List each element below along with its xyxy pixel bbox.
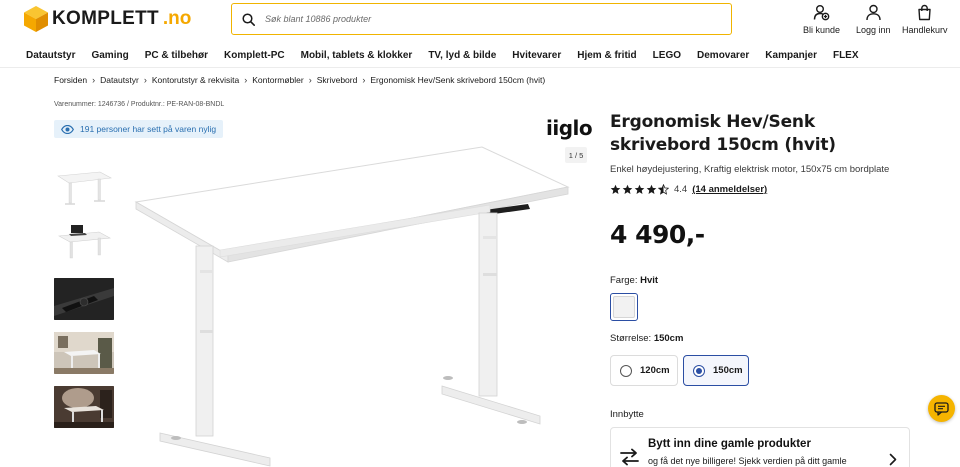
shopping-bag-icon	[918, 4, 931, 21]
nav-item-datautstyr[interactable]: Datautstyr	[26, 50, 75, 61]
image-counter: 1 / 5	[565, 147, 587, 163]
size-label-text: Størrelse:	[610, 333, 652, 344]
star-filled-icon	[646, 184, 657, 194]
search-icon	[242, 12, 255, 26]
breadcrumb: Forsiden › Datautstyr › Kontorutstyr & r…	[54, 75, 545, 85]
chat-icon	[934, 401, 949, 416]
size-option-120cm[interactable]: 120cm	[610, 355, 678, 386]
radio-unselected	[620, 364, 632, 377]
office-room-thumbnail-image	[54, 332, 114, 374]
brand-name: KOMPLETT	[52, 8, 159, 29]
motor-closeup-thumbnail-image	[54, 278, 114, 320]
thumbnail-1[interactable]	[54, 167, 114, 209]
cart-label: Handlekurv	[902, 25, 948, 35]
color-label-text: Farge:	[610, 275, 638, 286]
rating-row[interactable]: 4.4 (14 anmeldelser)	[610, 184, 767, 195]
search-input[interactable]	[265, 14, 685, 24]
desk-with-laptop-thumbnail-image	[58, 225, 111, 259]
login-label: Logg inn	[856, 25, 891, 35]
color-value: Hvit	[640, 275, 659, 286]
size-option-label: 120cm	[640, 365, 670, 376]
star-filled-icon	[634, 184, 645, 194]
chat-button[interactable]	[928, 395, 955, 422]
chevron-right-icon: ›	[362, 75, 366, 85]
viewers-text: 191 personer har sett på varen nylig	[80, 124, 217, 134]
breadcrumb-skrivebord[interactable]: Skrivebord	[317, 75, 358, 85]
star-half-icon	[658, 184, 669, 195]
breadcrumb-kontorutstyr[interactable]: Kontorutstyr & rekvisita	[152, 75, 239, 85]
radio-selected	[693, 364, 705, 377]
thumbnail-3[interactable]	[54, 278, 114, 320]
breadcrumb-datautstyr[interactable]: Datautstyr	[100, 75, 139, 85]
product-price: 4 490,-	[610, 220, 705, 249]
breadcrumb-home[interactable]: Forsiden	[54, 75, 87, 85]
cart-link[interactable]: Handlekurv	[902, 4, 948, 35]
size-option-150cm[interactable]: 150cm	[683, 355, 749, 386]
size-label: Størrelse: 150cm	[610, 333, 683, 344]
login-link[interactable]: Logg inn	[856, 4, 891, 35]
evening-room-thumbnail-image	[54, 386, 114, 428]
reviews-link[interactable]: (14 anmeldelser)	[692, 184, 767, 195]
tradein-description: og få det nye billigere! Sjekk verdien p…	[648, 456, 847, 466]
cube-logo-icon	[24, 6, 48, 32]
nav-item-flex[interactable]: FLEX	[833, 50, 859, 61]
size-option-label: 150cm	[713, 365, 743, 376]
top-header: KOMPLETT.no Bli kunde Logg inn Handlekur	[0, 0, 960, 42]
breadcrumb-current: Ergonomisk Hev/Senk skrivebord 150cm (hv…	[370, 75, 546, 85]
nav-item-komplett-pc[interactable]: Komplett-PC	[224, 50, 285, 61]
viewers-badge: 191 personer har sett på varen nylig	[54, 120, 224, 138]
tradein-title: Bytt inn dine gamle produkter	[648, 438, 811, 450]
nav-item-kampanjer[interactable]: Kampanjer	[765, 50, 817, 61]
product-title: Ergonomisk Hev/Senk skrivebord 150cm (hv…	[610, 112, 836, 155]
tradein-heading: Innbytte	[610, 409, 644, 420]
chevron-right-icon: ›	[143, 75, 147, 85]
brand-logo: iiglo	[546, 116, 593, 140]
nav-item-mobil[interactable]: Mobil, tablets & klokker	[301, 50, 413, 61]
nav-item-tv-lyd[interactable]: TV, lyd & bilde	[428, 50, 496, 61]
user-plus-icon	[813, 5, 830, 21]
star-rating	[610, 184, 669, 195]
brand-tld: .no	[162, 8, 192, 29]
sku-text: Varenummer: 1246736 / Produktnr.: PE-RAN…	[54, 101, 225, 108]
nav-item-gaming[interactable]: Gaming	[91, 50, 128, 61]
eye-icon	[61, 124, 74, 134]
product-subtitle: Enkel høydejustering, Kraftig elektrisk …	[610, 164, 890, 175]
star-filled-icon	[622, 184, 633, 194]
nav-item-lego[interactable]: LEGO	[653, 50, 681, 61]
desk-thumbnail-image	[57, 171, 112, 205]
main-product-image[interactable]	[130, 140, 580, 467]
nav-item-hvitevarer[interactable]: Hvitevarer	[512, 50, 561, 61]
color-swatch-white[interactable]	[610, 293, 638, 321]
chevron-right-icon: ›	[308, 75, 312, 85]
nav-divider	[0, 67, 960, 68]
main-nav: Datautstyr Gaming PC & tilbehør Komplett…	[26, 44, 875, 66]
user-icon	[866, 4, 881, 21]
register-link[interactable]: Bli kunde	[803, 4, 840, 35]
chevron-right-icon: ›	[92, 75, 96, 85]
thumbnail-2[interactable]	[54, 220, 114, 262]
register-label: Bli kunde	[803, 25, 841, 35]
thumbnail-4[interactable]	[54, 332, 114, 374]
size-value: 150cm	[653, 333, 684, 344]
tradein-card[interactable]: Bytt inn dine gamle produkter og få det …	[610, 427, 910, 467]
star-filled-icon	[610, 184, 621, 194]
rating-value: 4.4	[674, 184, 688, 195]
thumbnail-5[interactable]	[54, 386, 114, 428]
search-bar[interactable]	[231, 3, 732, 35]
nav-item-pc-tilbehor[interactable]: PC & tilbehør	[145, 50, 208, 61]
chevron-right-icon	[889, 453, 897, 466]
color-label: Farge: Hvit	[610, 275, 658, 286]
swatch-fill	[613, 296, 635, 318]
nav-item-hjem-fritid[interactable]: Hjem & fritid	[577, 50, 636, 61]
breadcrumb-kontormobler[interactable]: Kontormøbler	[252, 75, 304, 85]
chevron-right-icon: ›	[244, 75, 248, 85]
komplett-logo[interactable]: KOMPLETT .no	[24, 5, 191, 33]
swap-arrows-icon	[620, 448, 639, 466]
nav-item-demovarer[interactable]: Demovarer	[697, 50, 749, 61]
